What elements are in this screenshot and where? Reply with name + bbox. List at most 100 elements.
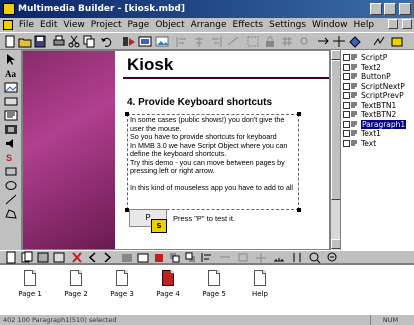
guides-icon[interactable]	[290, 251, 304, 264]
object-list-item[interactable]: Paragraph1	[341, 119, 414, 129]
zoom-out-icon[interactable]	[326, 251, 340, 264]
compile-icon[interactable]	[138, 35, 152, 48]
menu-effects[interactable]: Effects	[233, 20, 264, 30]
snap-icon[interactable]	[297, 35, 311, 48]
bitmap-tool-icon[interactable]	[4, 82, 18, 93]
visibility-checkbox-icon[interactable]	[343, 73, 350, 80]
ruler-icon[interactable]	[272, 251, 286, 264]
menu-page[interactable]: Page	[128, 20, 150, 30]
align-objects-icon[interactable]	[200, 251, 214, 264]
copy-icon[interactable]	[82, 35, 96, 48]
distribute-icon[interactable]	[226, 35, 240, 48]
send-back-icon[interactable]	[184, 251, 198, 264]
next-page-icon[interactable]	[100, 251, 114, 264]
selection-handle[interactable]	[297, 208, 301, 212]
master-page-icon[interactable]	[52, 251, 66, 264]
menu-object[interactable]: Object	[155, 20, 184, 30]
open-folder-icon[interactable]	[18, 35, 32, 48]
visibility-checkbox-icon[interactable]	[343, 92, 350, 99]
button-tool-icon[interactable]	[4, 96, 18, 107]
line-tool-icon[interactable]	[4, 194, 18, 205]
script-icon[interactable]	[390, 35, 404, 48]
zoom-icon[interactable]	[372, 35, 386, 48]
object-list-item[interactable]: ScriptPrevP	[341, 91, 414, 100]
ellipse-tool-icon[interactable]	[4, 180, 18, 191]
text-tool-icon[interactable]: Aa	[4, 68, 18, 79]
align-right-icon[interactable]	[209, 35, 223, 48]
visibility-checkbox-icon[interactable]	[343, 139, 350, 147]
script-tool-icon[interactable]: S	[4, 152, 18, 163]
sound-tool-icon[interactable]	[4, 138, 18, 149]
center-icon[interactable]	[254, 251, 268, 264]
rotate-icon[interactable]	[332, 35, 346, 48]
object-list-item[interactable]: Text1	[341, 129, 414, 138]
visibility-checkbox-icon[interactable]	[343, 120, 350, 128]
page-canvas[interactable]: Kiosk 4. Provide Keyboard shortcuts In s…	[22, 50, 330, 250]
page-thumbnail[interactable]: Page 1	[10, 270, 50, 308]
menu-file[interactable]: File	[19, 20, 34, 30]
rectangle-tool-icon[interactable]	[4, 166, 18, 177]
mdi-restore-button[interactable]	[402, 19, 412, 29]
menu-edit[interactable]: Edit	[40, 20, 57, 30]
size-icon[interactable]	[236, 251, 250, 264]
run-icon[interactable]	[122, 35, 136, 48]
visibility-checkbox-icon[interactable]	[343, 101, 350, 109]
paragraph-object[interactable]: In some cases (public shows!) you don't …	[127, 114, 299, 210]
bring-front-icon[interactable]	[168, 251, 182, 264]
canvas-scrollbar[interactable]	[330, 50, 341, 250]
group-icon[interactable]	[246, 35, 260, 48]
visibility-checkbox-icon[interactable]	[343, 63, 350, 71]
grid-icon[interactable]	[280, 35, 294, 48]
paragraph-tool-icon[interactable]	[4, 110, 18, 121]
object-list-item[interactable]: ScriptP	[341, 53, 414, 62]
spacing-icon[interactable]	[218, 251, 232, 264]
page-thumbnail[interactable]: Page 5	[194, 270, 234, 308]
new-page-icon[interactable]	[4, 251, 18, 264]
menu-project[interactable]: Project	[91, 20, 122, 30]
selection-handle[interactable]	[125, 112, 129, 116]
cut-icon[interactable]	[67, 35, 81, 48]
print-icon[interactable]	[52, 35, 66, 48]
visibility-checkbox-icon[interactable]	[343, 82, 350, 90]
save-icon[interactable]	[33, 35, 47, 48]
undo-icon[interactable]	[100, 35, 114, 48]
menu-settings[interactable]: Settings	[269, 20, 306, 30]
zoom-in-icon[interactable]	[308, 251, 322, 264]
import-icon[interactable]	[120, 251, 134, 264]
align-left-icon[interactable]	[175, 35, 189, 48]
polygon-tool-icon[interactable]	[4, 208, 18, 219]
maximize-button[interactable]	[384, 3, 396, 15]
duplicate-page-icon[interactable]	[20, 251, 34, 264]
prev-page-icon[interactable]	[86, 251, 100, 264]
page-thumbnail[interactable]: Page 3	[102, 270, 142, 308]
page-thumbnail[interactable]: Help	[240, 270, 280, 308]
object-list-item[interactable]: Text	[341, 139, 414, 148]
minimize-button[interactable]	[370, 3, 382, 15]
page-properties-icon[interactable]	[36, 251, 50, 264]
color-icon[interactable]	[348, 35, 362, 48]
new-file-icon[interactable]	[3, 35, 17, 48]
visibility-checkbox-icon[interactable]	[343, 54, 350, 61]
object-list-item[interactable]: ButtonP	[341, 72, 414, 81]
menu-arrange[interactable]: Arrange	[191, 20, 227, 30]
object-list-item[interactable]: Text2	[341, 63, 414, 72]
mdi-minimize-button[interactable]	[388, 19, 399, 29]
layers-icon[interactable]	[136, 251, 150, 264]
pointer-tool-icon[interactable]	[4, 54, 18, 65]
close-button[interactable]	[399, 3, 411, 15]
lock-icon[interactable]	[263, 35, 277, 48]
selection-handle[interactable]	[297, 112, 301, 116]
arrows-icon[interactable]	[316, 35, 330, 48]
image-icon[interactable]	[155, 35, 169, 48]
object-list-item[interactable]: TextBTN1	[341, 101, 414, 110]
object-list-item[interactable]: ScriptNextP	[341, 82, 414, 91]
visibility-checkbox-icon[interactable]	[343, 111, 350, 118]
page-thumbnail[interactable]: Page 2	[56, 270, 96, 308]
menu-help[interactable]: Help	[354, 20, 375, 30]
menu-view[interactable]: View	[63, 20, 84, 30]
align-center-icon[interactable]	[192, 35, 206, 48]
movie-tool-icon[interactable]	[4, 124, 18, 135]
delete-page-icon[interactable]	[70, 251, 84, 264]
object-list-item[interactable]: TextBTN2	[341, 110, 414, 119]
document-icon[interactable]	[3, 19, 13, 30]
